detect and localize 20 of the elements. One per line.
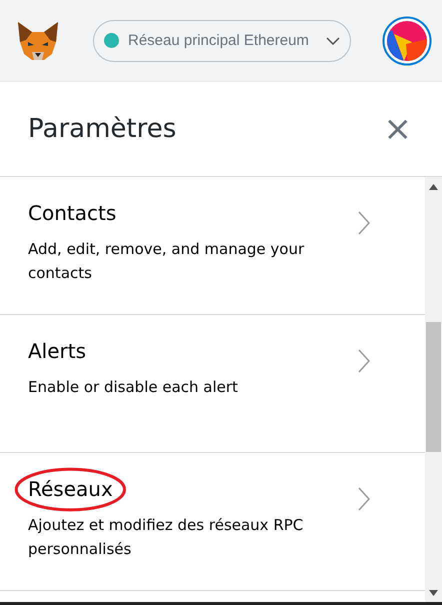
chevron-down-icon — [326, 36, 340, 44]
close-button[interactable]: × — [382, 112, 414, 146]
fox-logo-icon — [16, 20, 60, 62]
chevron-right-icon[interactable] — [358, 487, 370, 511]
network-selector[interactable]: Réseau principal Ethereum — [93, 20, 351, 62]
scrollbar-thumb[interactable] — [426, 322, 441, 452]
page-title: Paramètres — [28, 114, 176, 144]
setting-description: Enable or disable each alert — [28, 377, 239, 398]
chevron-right-icon[interactable] — [358, 211, 370, 235]
setting-description: Ajoutez et modifiez des réseaux RPC personnalisés — [28, 515, 304, 560]
setting-title: Contacts — [28, 201, 116, 225]
setting-title: Alerts — [28, 339, 86, 363]
scroll-up-icon[interactable] — [429, 184, 438, 190]
account-avatar[interactable] — [382, 16, 432, 66]
status-dot — [104, 33, 119, 48]
scrollbar[interactable] — [425, 177, 442, 602]
setting-title: Réseaux — [28, 477, 113, 501]
setting-description: Add, edit, remove, and manage your contacts — [28, 239, 306, 284]
scroll-down-icon[interactable] — [429, 590, 438, 596]
chevron-right-icon[interactable] — [358, 349, 370, 373]
